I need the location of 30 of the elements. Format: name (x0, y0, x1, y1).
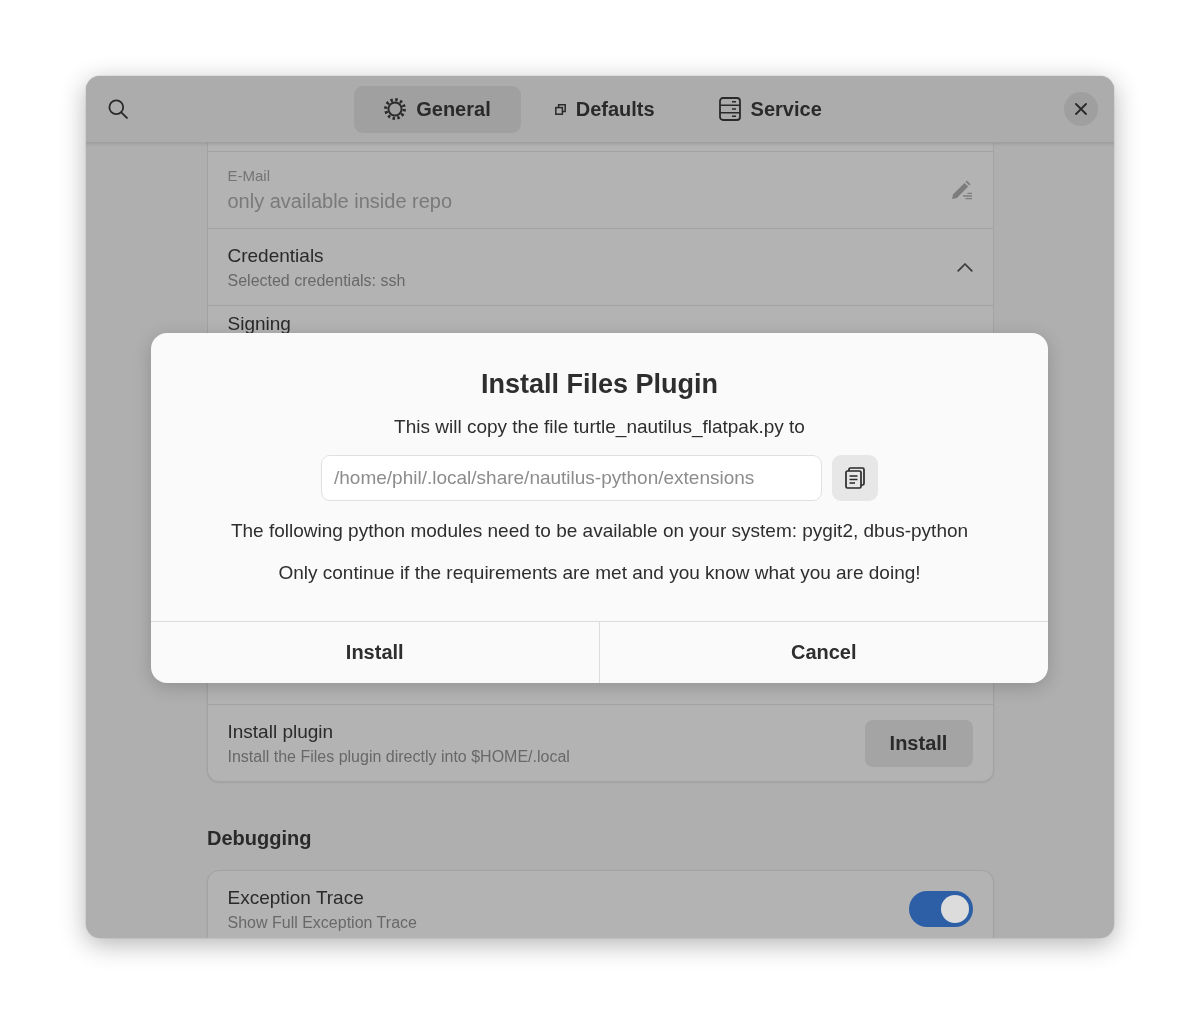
close-button[interactable] (1064, 92, 1098, 126)
field-label: E-Mail (227, 167, 270, 185)
row-subtitle: Selected credentials: ssh (227, 270, 406, 291)
row-title: Install plugin (227, 719, 334, 744)
dialog-message: This will copy the file turtle_nautilus_flatpak.py to (394, 415, 805, 439)
row-title: Exception Trace (227, 885, 364, 910)
field-value: only available inside repo (227, 189, 453, 213)
header-tab[interactable]: General (354, 85, 521, 133)
path-field[interactable]: /home/phil/.local/share/nautilus-python/extensions (321, 455, 822, 501)
server-icon (718, 97, 741, 121)
dialog-button[interactable]: Install (151, 622, 600, 683)
close-icon (1075, 103, 1087, 115)
dialog-note: The following python modules need to be available on your system: pygit2, dbus-python (230, 519, 969, 543)
dialog-title: Install Files Plugin (480, 368, 718, 401)
row-subtitle: Show Full Exception Trace (227, 912, 417, 933)
copy-icon (845, 467, 865, 489)
action-button[interactable]: Install (864, 719, 973, 767)
dialog-button[interactable]: Cancel (599, 622, 1048, 683)
search-icon[interactable] (108, 99, 128, 119)
section-heading: Debugging (207, 826, 312, 850)
header-tab[interactable]: Defaults (524, 85, 685, 133)
row-subtitle: Install the Files plugin directly into $HOME/.local (227, 746, 570, 767)
row-title: Credentials (227, 243, 324, 268)
overlapping-squares-icon (554, 103, 566, 115)
gear-icon (384, 98, 407, 120)
header-tab[interactable]: Service (688, 85, 852, 133)
dialog-note: Only continue if the requirements are met and you know what you are doing! (278, 561, 921, 585)
toggle-switch[interactable] (908, 891, 973, 927)
row-title: Signing (227, 314, 291, 334)
copy-button[interactable] (832, 455, 878, 501)
